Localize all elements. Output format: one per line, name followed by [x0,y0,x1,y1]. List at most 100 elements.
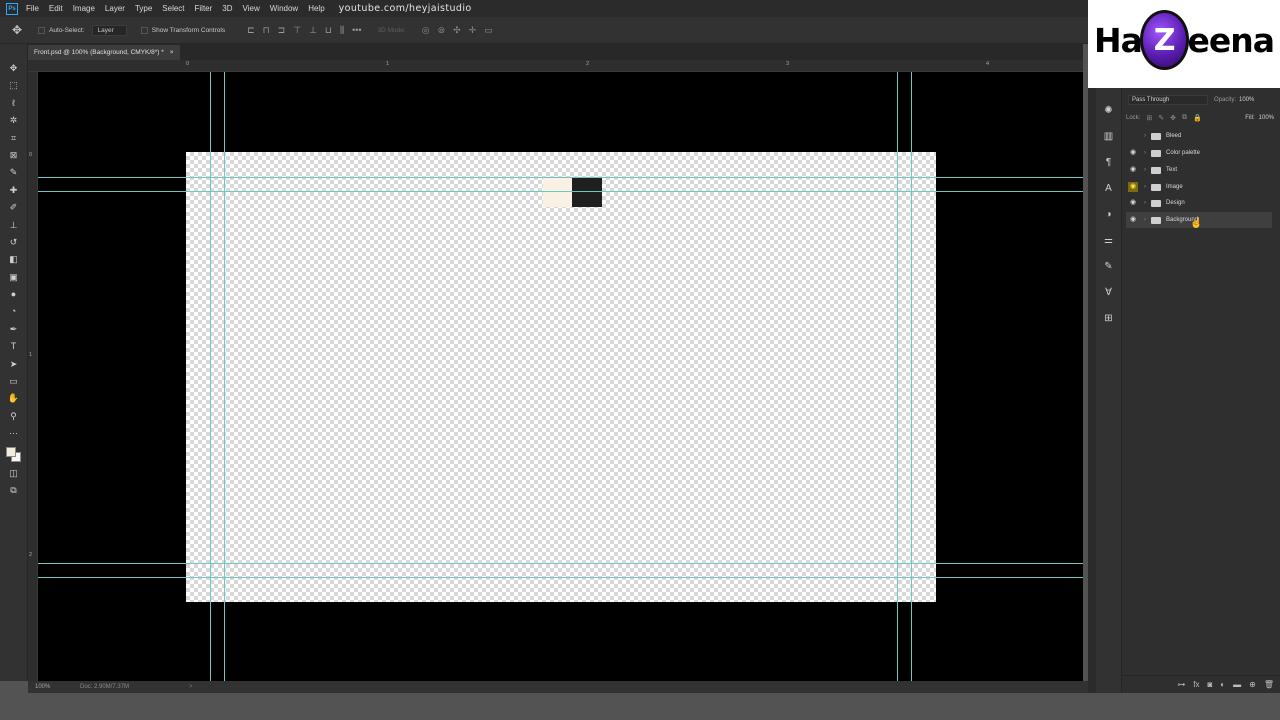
chevron-right-icon[interactable]: › [1141,217,1149,223]
guide-horizontal[interactable] [38,191,1083,192]
zoom-level[interactable]: 100% [35,684,80,690]
frame-tool-icon[interactable]: ⊠ [6,149,22,162]
color-icon[interactable]: ◑ [1102,208,1116,222]
align-middle-icon[interactable]: ⊥ [309,25,317,36]
menu-file[interactable]: File [26,4,39,13]
move-tool-icon[interactable]: ✥ [6,62,22,75]
crop-tool-icon[interactable]: ⌗ [6,132,22,145]
dodge-tool-icon[interactable]: ◔ [6,305,22,318]
visibility-eye-icon[interactable]: ◉ [1128,182,1138,192]
menu-edit[interactable]: Edit [49,4,63,13]
auto-select-checkbox[interactable] [38,26,46,34]
layer-row-bleed[interactable]: › Bleed [1126,128,1272,144]
canvas-area[interactable] [38,72,1083,681]
align-top-icon[interactable]: ⊤ [293,25,301,36]
lock-position-icon[interactable]: ✥ [1170,114,1176,122]
guide-vertical[interactable] [897,72,898,681]
layer-row-design[interactable]: ◉ › Design [1126,195,1272,211]
guide-vertical[interactable] [224,72,225,681]
align-right-icon[interactable]: ⊐ [278,25,286,36]
drag-3d-icon[interactable]: ✣ [453,25,461,36]
guide-horizontal[interactable] [38,577,1083,578]
guide-vertical[interactable] [911,72,912,681]
align-left-icon[interactable]: ⊏ [247,25,255,36]
character-icon[interactable]: A [1102,182,1116,196]
more-options-icon[interactable]: ••• [352,25,361,36]
chevron-right-icon[interactable]: › [1141,133,1149,139]
photoshop-logo-icon[interactable]: Ps [6,2,18,15]
link-layers-icon[interactable]: ⊶ [1177,680,1185,689]
lock-artboard-icon[interactable]: ⧉ [1182,114,1187,122]
eraser-tool-icon[interactable]: ◧ [6,253,22,266]
learn-icon[interactable]: ✺ [1102,104,1116,118]
type-tool-icon[interactable]: T [6,340,22,353]
marquee-tool-icon[interactable]: ⬚ [6,79,22,92]
path-selection-tool-icon[interactable]: ➤ [6,358,22,371]
menu-type[interactable]: Type [135,4,152,13]
eyedropper-tool-icon[interactable]: ✎ [6,166,22,179]
chevron-right-icon[interactable]: › [1141,184,1149,190]
clone-stamp-tool-icon[interactable]: ⊥ [6,219,22,232]
healing-brush-tool-icon[interactable]: ✚ [6,184,22,197]
roll-3d-icon[interactable]: ⊚ [438,25,446,36]
adjustments-icon[interactable]: ⚌ [1102,234,1116,248]
libraries-icon[interactable]: ▥ [1102,130,1116,144]
dock-collapse-strip[interactable] [1088,88,1096,693]
menu-image[interactable]: Image [73,4,95,13]
paragraph-icon[interactable]: ¶ [1102,156,1116,170]
auto-select-dropdown[interactable]: Layer [92,24,127,36]
color-swatches[interactable] [5,446,22,463]
opacity-value[interactable]: 100% [1239,97,1254,103]
blur-tool-icon[interactable]: ● [6,288,22,301]
rectangle-tool-icon[interactable]: ▭ [6,375,22,388]
layer-row-color-palette[interactable]: ◉ › Color palette [1126,145,1272,161]
menu-layer[interactable]: Layer [105,4,125,13]
delete-layer-icon[interactable]: 🗑 [1264,680,1274,689]
menu-3d[interactable]: 3D [222,4,232,13]
blend-mode-dropdown[interactable]: Pass Through [1128,95,1208,105]
screen-mode-icon[interactable]: ⧉ [6,484,22,497]
menu-filter[interactable]: Filter [195,4,213,13]
pen-tool-icon[interactable]: ✒ [6,323,22,336]
adjustment-layer-icon[interactable]: ◐ [1220,680,1225,689]
visibility-eye-icon[interactable]: ◉ [1128,198,1138,208]
menu-select[interactable]: Select [162,4,184,13]
align-bottom-icon[interactable]: ⊔ [325,25,332,36]
guide-horizontal[interactable] [38,177,1083,178]
foreground-color-swatch[interactable] [5,446,16,457]
lock-transparent-icon[interactable]: ⊞ [1146,114,1152,122]
lock-all-icon[interactable]: 🔒 [1193,114,1202,122]
chevron-right-icon[interactable]: › [1141,150,1149,156]
magic-wand-tool-icon[interactable]: ✲ [6,114,22,127]
visibility-eye-icon[interactable] [1128,131,1138,141]
brushes-icon[interactable]: ✎ [1102,260,1116,274]
guide-horizontal[interactable] [38,563,1083,564]
orbit-3d-icon[interactable]: ◎ [422,25,430,36]
zoom-tool-icon[interactable]: ⚲ [6,410,22,423]
gradient-tool-icon[interactable]: ▣ [6,271,22,284]
menu-help[interactable]: Help [308,4,324,13]
chevron-right-icon[interactable]: › [1141,200,1149,206]
lasso-tool-icon[interactable]: ℓ [6,97,22,110]
distribute-icon[interactable]: ⫼ [340,25,344,36]
glyphs-icon[interactable]: Ɐ [1102,286,1116,300]
history-brush-tool-icon[interactable]: ↺ [6,236,22,249]
visibility-eye-icon[interactable]: ◉ [1128,165,1138,175]
horizontal-ruler[interactable]: 0 1 2 3 4 [28,60,1083,72]
document-canvas[interactable] [186,152,936,602]
brush-tool-icon[interactable]: ✐ [6,201,22,214]
chevron-right-icon[interactable]: › [1141,167,1149,173]
document-tab[interactable]: Front.psd @ 100% (Background, CMYK/8*) *… [28,45,180,60]
new-layer-icon[interactable]: ⊕ [1249,680,1256,689]
status-menu-arrow[interactable]: > [189,684,193,690]
layer-row-text[interactable]: ◉ › Text [1126,162,1272,178]
show-transform-controls-checkbox[interactable] [140,26,148,34]
lock-image-icon[interactable]: ✎ [1158,114,1164,122]
scale-3d-icon[interactable]: ▭ [484,25,493,36]
slide-3d-icon[interactable]: ✛ [469,25,477,36]
fill-value[interactable]: 100% [1259,115,1274,121]
layer-style-icon[interactable]: fx [1193,680,1199,689]
layer-row-image[interactable]: ◉ › Image [1126,179,1272,195]
menu-window[interactable]: Window [270,4,298,13]
close-tab-icon[interactable]: × [170,45,174,60]
